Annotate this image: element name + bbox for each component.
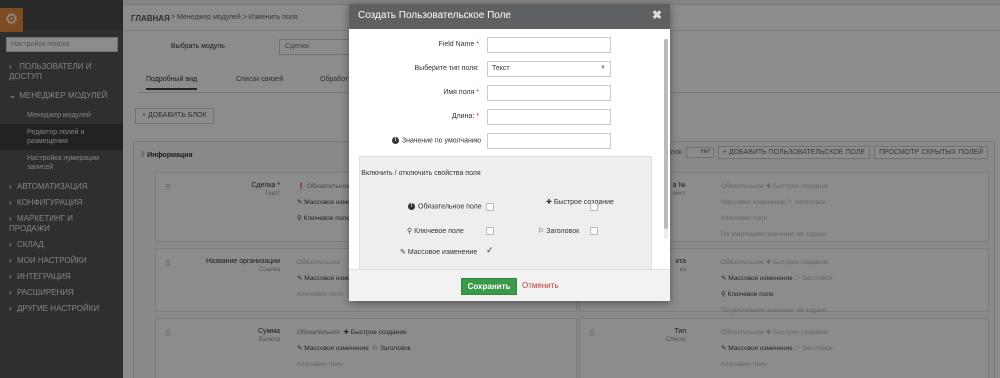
mass-edit-checkmark-icon[interactable]: ✓ bbox=[486, 245, 494, 256]
header-label: ⚐ Заголовок bbox=[538, 227, 579, 235]
required-marker: * bbox=[476, 113, 479, 120]
create-custom-field-dialog: Создать Пользовательское Поле ✖ Field Na… bbox=[349, 4, 670, 301]
required-marker: * bbox=[476, 41, 479, 48]
mass-edit-label: ✎ Массовое изменение bbox=[400, 248, 477, 256]
cancel-button[interactable]: Отменить bbox=[522, 281, 559, 290]
length-label-text: Длина: bbox=[451, 113, 475, 120]
key-icon: ⚲ bbox=[407, 228, 413, 235]
field-name-label: Field Name * bbox=[439, 41, 479, 48]
quick-create-checkbox[interactable] bbox=[590, 203, 598, 211]
length-input[interactable] bbox=[487, 109, 611, 125]
field-type-select[interactable]: Текст ▼ bbox=[487, 61, 611, 77]
row-field-type: Выберите тип поля: Текст ▼ bbox=[349, 61, 659, 77]
header-checkbox[interactable] bbox=[590, 227, 598, 235]
key-field-text: Ключевое поле bbox=[414, 228, 464, 235]
quick-create-label: ✚ Быстрое создание bbox=[546, 198, 614, 207]
info-icon[interactable]: i bbox=[391, 137, 399, 144]
field-type-label: Выберите тип поля: bbox=[414, 65, 480, 72]
field-label-label: Имя поля * bbox=[443, 89, 479, 96]
default-value-label: i Значение по умолчанию bbox=[391, 137, 481, 145]
info-icon: ! bbox=[408, 203, 415, 210]
field-name-label-text: Field Name bbox=[438, 41, 475, 48]
row-field-label: Имя поля * bbox=[349, 85, 659, 101]
mandatory-field-text: Обязательное поле bbox=[418, 203, 482, 211]
properties-heading: Включить / отключить свойства поля bbox=[361, 170, 481, 177]
mandatory-field-label: ! Обязательное поле bbox=[408, 203, 482, 210]
default-value-input[interactable] bbox=[487, 133, 611, 149]
close-icon[interactable]: ✖ bbox=[652, 8, 662, 22]
field-properties-panel: Включить / отключить свойства поля ! Обяз… bbox=[359, 156, 652, 269]
save-button[interactable]: Сохранить bbox=[461, 278, 517, 295]
header-text: Заголовок bbox=[546, 228, 580, 235]
row-length: Длина: * bbox=[349, 109, 659, 125]
dialog-body: Field Name * Выберите тип поля: Текст ▼ И… bbox=[349, 29, 670, 269]
mass-edit-icon: ✎ bbox=[400, 249, 406, 256]
mandatory-checkbox[interactable] bbox=[486, 203, 494, 211]
key-field-checkbox[interactable] bbox=[486, 227, 494, 235]
default-value-label-text: Значение по умолчанию bbox=[401, 137, 481, 145]
required-marker: * bbox=[476, 89, 479, 96]
key-field-label: ⚲ Ключевое поле bbox=[407, 227, 464, 235]
field-label-input[interactable] bbox=[487, 85, 611, 101]
dialog-title: Создать Пользовательское Поле bbox=[358, 10, 511, 21]
dropdown-arrow-icon: ▼ bbox=[600, 65, 606, 71]
field-name-input[interactable] bbox=[487, 37, 611, 53]
field-type-value: Текст bbox=[492, 65, 510, 72]
flag-icon: ⚐ bbox=[538, 228, 545, 235]
row-field-name: Field Name * bbox=[349, 37, 659, 53]
dialog-scrollbar[interactable] bbox=[664, 39, 668, 239]
field-label-label-text: Имя поля bbox=[443, 89, 475, 96]
quick-create-text: Быстрое создание bbox=[553, 199, 614, 206]
length-label: Длина: * bbox=[452, 113, 479, 120]
dialog-header: Создать Пользовательское Поле ✖ bbox=[349, 4, 670, 29]
mass-edit-text: Массовое изменение bbox=[407, 249, 478, 256]
dialog-footer: Сохранить Отменить bbox=[349, 269, 670, 301]
plus-icon: ✚ bbox=[546, 199, 552, 206]
row-default-value: i Значение по умолчанию bbox=[349, 133, 659, 149]
scrollbar-thumb[interactable] bbox=[664, 39, 668, 229]
